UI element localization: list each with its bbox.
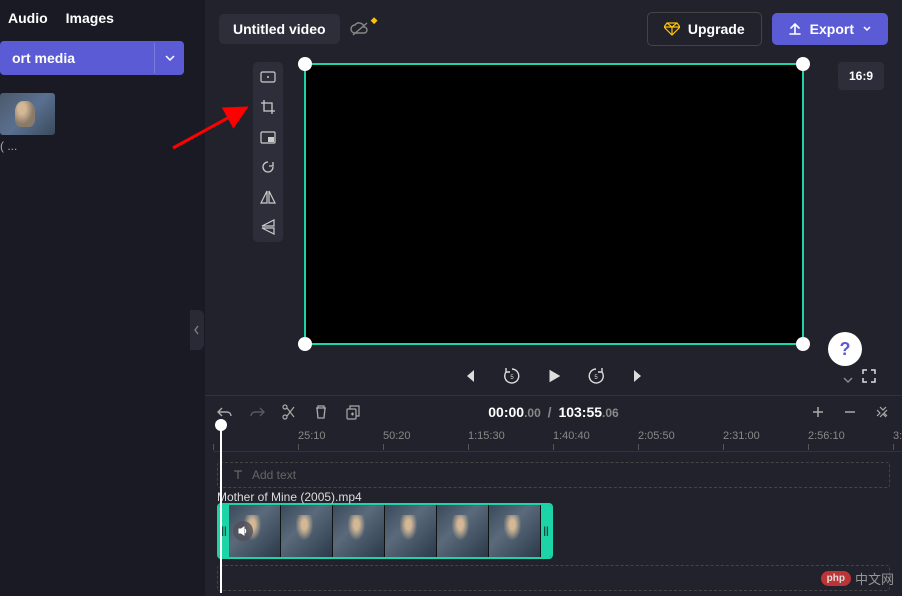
export-button[interactable]: Export xyxy=(772,13,888,45)
svg-text:5: 5 xyxy=(594,375,598,381)
undo-icon[interactable] xyxy=(217,404,233,420)
redo-icon[interactable] xyxy=(249,404,265,420)
topbar: Untitled video ◆ Upgrade Export xyxy=(205,0,902,58)
chevron-down-icon[interactable] xyxy=(154,43,184,73)
add-text-label: Add text xyxy=(252,468,296,482)
clip-filename: Mother of Mine (2005).mp4 xyxy=(217,490,362,504)
resize-handle-tl[interactable] xyxy=(298,57,312,71)
ruler-tick: 1:40:40 xyxy=(553,430,590,442)
svg-text:5: 5 xyxy=(510,375,514,381)
tab-audio[interactable]: Audio xyxy=(8,10,48,26)
preview-area: Untitled video ◆ Upgrade Export 16:9 xyxy=(205,0,902,395)
media-filename: ( ... xyxy=(0,139,190,153)
clip-handle-right[interactable]: || xyxy=(541,505,551,557)
ruler-tick: 3:2 xyxy=(893,430,902,442)
upload-icon xyxy=(788,22,802,36)
cloud-sync-icon[interactable]: ◆ xyxy=(350,21,370,37)
diamond-badge-icon: ◆ xyxy=(371,15,378,26)
skip-back-icon[interactable] xyxy=(461,367,479,385)
video-canvas[interactable] xyxy=(304,63,804,345)
total-time: 103:55 xyxy=(558,404,602,420)
import-media-button[interactable]: ort media xyxy=(0,41,184,75)
watermark-text: 中文网 xyxy=(855,569,894,588)
upgrade-label: Upgrade xyxy=(688,21,745,37)
play-icon[interactable] xyxy=(545,367,563,385)
text-track-placeholder[interactable]: Add text xyxy=(217,462,890,488)
timeline-toolbar: 00:00.00 / 103:55.06 xyxy=(205,396,902,428)
gem-icon xyxy=(664,22,680,36)
audio-track-placeholder[interactable] xyxy=(217,565,890,591)
watermark-badge: php xyxy=(821,571,851,586)
playhead[interactable] xyxy=(220,423,222,593)
ruler-tick: 2:31:00 xyxy=(723,430,760,442)
timecode-display: 00:00.00 / 103:55.06 xyxy=(488,404,618,420)
ruler-tick: 1:15:30 xyxy=(468,430,505,442)
media-thumbnail[interactable] xyxy=(0,93,55,135)
current-time: 00:00 xyxy=(488,404,524,420)
ruler-tick: 2:05:50 xyxy=(638,430,675,442)
volume-icon[interactable] xyxy=(233,521,253,541)
watermark: php 中文网 xyxy=(821,569,894,588)
chevron-down-icon[interactable] xyxy=(842,376,854,384)
upgrade-button[interactable]: Upgrade xyxy=(647,12,762,46)
media-tabs: Audio Images xyxy=(0,10,190,41)
forward-icon[interactable]: 5 xyxy=(587,367,605,385)
ruler-tick: 50:20 xyxy=(383,430,411,442)
video-clip[interactable]: || || xyxy=(217,503,553,559)
export-label: Export xyxy=(810,21,854,37)
collapse-left-handle[interactable] xyxy=(190,310,204,350)
zoom-out-icon[interactable] xyxy=(842,404,858,420)
ruler-tick: 2:56:10 xyxy=(808,430,845,442)
zoom-in-icon[interactable] xyxy=(810,404,826,420)
media-sidebar: Audio Images ort media ( ... xyxy=(0,0,190,596)
flip-vertical-icon[interactable] xyxy=(260,219,276,235)
canvas-tools xyxy=(253,62,283,242)
pip-icon[interactable] xyxy=(260,129,276,145)
chevron-down-icon xyxy=(862,24,872,34)
fullscreen-icon[interactable] xyxy=(860,367,878,385)
delete-icon[interactable] xyxy=(313,404,329,420)
timeline-ruler[interactable]: 25:10 50:20 1:15:30 1:40:40 2:05:50 2:31:00 2:… xyxy=(213,428,902,452)
split-icon[interactable] xyxy=(281,404,297,420)
resize-handle-bl[interactable] xyxy=(298,337,312,351)
playback-controls: 5 5 xyxy=(205,367,902,385)
skip-forward-icon[interactable] xyxy=(629,367,647,385)
clip-thumbnails xyxy=(229,505,541,557)
timeline-panel: 00:00.00 / 103:55.06 25:10 50:20 1:15:30 1:… xyxy=(205,395,902,596)
crop-icon[interactable] xyxy=(260,99,276,115)
zoom-fit-icon[interactable] xyxy=(874,404,890,420)
rotate-icon[interactable] xyxy=(260,159,276,175)
fit-icon[interactable] xyxy=(260,69,276,85)
duplicate-icon[interactable] xyxy=(345,404,361,420)
import-label: ort media xyxy=(0,41,154,75)
flip-horizontal-icon[interactable] xyxy=(260,189,276,205)
resize-handle-tr[interactable] xyxy=(796,57,810,71)
project-title[interactable]: Untitled video xyxy=(219,14,340,44)
tab-images[interactable]: Images xyxy=(66,10,114,26)
timeline-tracks: Add text Mother of Mine (2005).mp4 || || xyxy=(205,452,902,591)
rewind-icon[interactable]: 5 xyxy=(503,367,521,385)
ruler-tick: 25:10 xyxy=(298,430,326,442)
help-button[interactable]: ? xyxy=(828,332,862,366)
resize-handle-br[interactable] xyxy=(796,337,810,351)
